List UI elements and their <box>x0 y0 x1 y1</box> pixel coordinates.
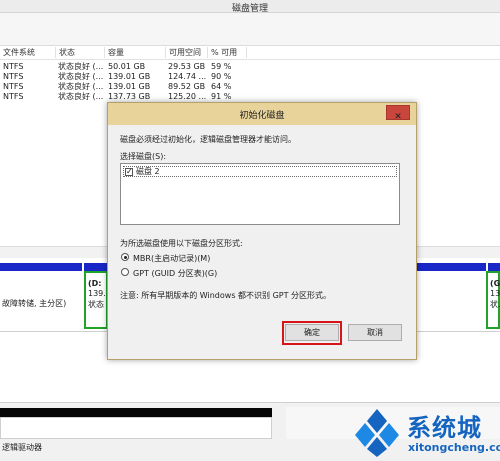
cell-filesystem: NTFS <box>3 62 24 71</box>
watermark-brand: 系统城 <box>407 414 482 442</box>
gpt-note: 注意: 所有早期版本的 Windows 都不识别 GPT 分区形式。 <box>120 291 332 300</box>
partition-d[interactable]: (D: 139. 状态 <box>84 271 108 329</box>
volume-table: 文件系统 状态 容量 可用空间 % 可用 NTFS 状态良好 (... 50.0… <box>0 46 500 102</box>
disk-list[interactable]: ✓ 磁盘 2 <box>120 163 400 225</box>
legend-logical-drive: 逻辑驱动器 <box>2 443 42 452</box>
menu-bar <box>0 13 500 29</box>
cell-free-space: 89.52 GB <box>168 82 206 91</box>
cell-capacity: 139.01 GB <box>108 72 151 81</box>
table-row[interactable]: NTFS 状态良好 (... 50.01 GB 29.53 GB 59 % <box>0 62 500 72</box>
partition-g-name: (G <box>490 279 500 288</box>
partition-bar <box>488 263 500 271</box>
cell-free-space: 125.20 ... <box>168 92 207 101</box>
column-header-spacer <box>246 47 500 58</box>
mbr-option-label[interactable]: MBR(主启动记录)(M) <box>133 253 210 264</box>
gpt-radio[interactable] <box>121 268 129 276</box>
cell-capacity: 137.73 GB <box>108 92 151 101</box>
cell-filesystem: NTFS <box>3 72 24 81</box>
close-button[interactable]: ✕ <box>386 105 410 122</box>
cell-status: 状态良好 (... <box>58 62 104 71</box>
watermark-logo-icon <box>355 409 399 457</box>
dialog-titlebar[interactable]: 初始化磁盘 ✕ <box>108 103 416 125</box>
partition-bar <box>84 263 108 271</box>
cancel-button[interactable]: 取消 <box>348 324 402 341</box>
partition-left[interactable]: 故障转储, 主分区) <box>0 271 82 329</box>
cell-capacity: 50.01 GB <box>108 62 146 71</box>
partition-bar <box>416 263 486 271</box>
cell-free-space: 124.74 ... <box>168 72 207 81</box>
initialize-disk-dialog: 初始化磁盘 ✕ 磁盘必须经过初始化，逻辑磁盘管理器才能访问。 选择磁盘(S): … <box>107 102 417 360</box>
cell-percent-free: 91 % <box>211 92 232 101</box>
volume-table-header: 文件系统 状态 容量 可用空间 % 可用 <box>0 46 500 60</box>
toolbar <box>0 29 500 46</box>
mbr-radio[interactable] <box>121 253 129 261</box>
check-icon: ✓ <box>126 167 133 176</box>
partition-g-status: 状... <box>490 300 500 309</box>
gpt-option-label[interactable]: GPT (GUID 分区表)(G) <box>133 268 217 279</box>
dialog-intro-text: 磁盘必须经过初始化，逻辑磁盘管理器才能访问。 <box>120 135 296 144</box>
dialog-body: 磁盘必须经过初始化，逻辑磁盘管理器才能访问。 选择磁盘(S): ✓ 磁盘 2 为… <box>108 125 416 359</box>
column-header-percent-free[interactable]: % 可用 <box>207 47 237 58</box>
cell-status: 状态良好 (... <box>58 72 104 81</box>
ok-button[interactable]: 确定 <box>285 324 339 341</box>
partition-g-size: 139 <box>490 289 500 298</box>
watermark-url: xitongcheng.com <box>408 441 500 454</box>
partition-bar <box>0 263 82 271</box>
list-item[interactable]: ✓ 磁盘 2 <box>123 166 397 177</box>
cell-filesystem: NTFS <box>3 92 24 101</box>
table-row[interactable]: NTFS 状态良好 (... 137.73 GB 125.20 ... 91 % <box>0 92 500 102</box>
partition-g[interactable]: (G 139 状... <box>486 271 500 329</box>
cell-free-space: 29.53 GB <box>168 62 206 71</box>
cell-percent-free: 59 % <box>211 62 232 71</box>
dialog-title: 初始化磁盘 <box>239 111 285 121</box>
column-header-capacity[interactable]: 容量 <box>104 47 124 58</box>
cell-filesystem: NTFS <box>3 82 24 91</box>
window-titlebar: 磁盘管理 <box>0 0 500 14</box>
column-header-free-space[interactable]: 可用空间 <box>165 47 201 58</box>
partition-d-size: 139. <box>88 289 106 298</box>
cell-capacity: 139.01 GB <box>108 82 151 91</box>
unallocated-region[interactable] <box>0 417 272 439</box>
cell-status: 状态良好 (... <box>58 92 104 101</box>
unallocated-bar <box>0 408 272 417</box>
table-row[interactable]: NTFS 状态良好 (... 139.01 GB 89.52 GB 64 % <box>0 82 500 92</box>
disk-label: 磁盘 2 <box>136 167 160 176</box>
partition-left-text: 故障转储, 主分区) <box>2 299 67 308</box>
partition-style-label: 为所选磁盘使用以下磁盘分区形式: <box>120 239 243 248</box>
cell-status: 状态良好 (... <box>58 82 104 91</box>
table-row[interactable]: NTFS 状态良好 (... 139.01 GB 124.74 ... 90 % <box>0 72 500 82</box>
column-header-status[interactable]: 状态 <box>55 47 75 58</box>
column-header-filesystem[interactable]: 文件系统 <box>0 47 35 58</box>
partition-d-name: (D: <box>88 279 102 288</box>
disk-checkbox[interactable]: ✓ <box>125 168 133 176</box>
partition-d-status: 状态 <box>88 300 104 309</box>
cell-percent-free: 90 % <box>211 72 232 81</box>
close-icon: ✕ <box>394 112 402 122</box>
select-disk-label: 选择磁盘(S): <box>120 152 167 161</box>
cell-percent-free: 64 % <box>211 82 232 91</box>
